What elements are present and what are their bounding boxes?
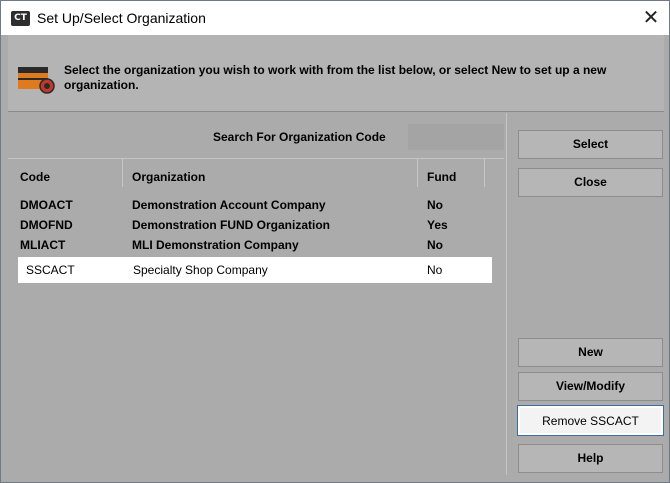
instruction-text: Select the organization you wish to work… — [64, 63, 607, 92]
organization-setup-icon — [18, 67, 55, 94]
new-button[interactable]: New — [518, 338, 663, 367]
column-header-fund[interactable]: Fund — [427, 159, 456, 187]
search-label: Search For Organization Code — [213, 130, 386, 144]
select-button[interactable]: Select — [518, 130, 663, 159]
view-modify-button[interactable]: View/Modify — [518, 372, 663, 401]
app-logo-icon: CT — [11, 11, 30, 26]
search-input[interactable] — [408, 124, 504, 150]
cell-organization: MLI Demonstration Company — [132, 238, 299, 252]
table-row[interactable]: DMOACT Demonstration Account Company No — [20, 195, 490, 215]
instruction-header: Select the organization you wish to work… — [8, 35, 664, 111]
cell-fund: No — [427, 198, 443, 212]
cell-fund: No — [427, 238, 443, 252]
close-button[interactable]: Close — [518, 168, 663, 197]
action-panel: Select Close New View/Modify Remove SSCA… — [506, 113, 664, 475]
table-row-selected[interactable]: SSCACT Specialty Shop Company No — [18, 257, 492, 283]
column-divider[interactable] — [484, 159, 485, 187]
cell-organization: Demonstration FUND Organization — [132, 218, 331, 232]
window-title: Set Up/Select Organization — [37, 10, 206, 26]
cell-code: MLIACT — [20, 238, 66, 252]
close-icon[interactable]: ✕ — [639, 5, 663, 29]
cell-code: SSCACT — [26, 263, 75, 277]
table-row[interactable]: DMOFND Demonstration FUND Organization Y… — [20, 215, 490, 235]
column-header-organization[interactable]: Organization — [132, 159, 205, 187]
cell-organization: Demonstration Account Company — [132, 198, 326, 212]
organization-table: Code Organization Fund DMOACT Demonstrat… — [8, 158, 504, 475]
dialog-window: CT Set Up/Select Organization ✕ Select t… — [0, 0, 670, 483]
help-button[interactable]: Help — [518, 444, 663, 473]
title-bar[interactable]: CT Set Up/Select Organization ✕ — [1, 1, 669, 35]
column-header-code[interactable]: Code — [20, 159, 50, 187]
remove-button[interactable]: Remove SSCACT — [517, 405, 664, 436]
divider — [8, 111, 664, 112]
cell-code: DMOFND — [20, 218, 73, 232]
column-divider[interactable] — [417, 159, 418, 187]
cell-code: DMOACT — [20, 198, 73, 212]
cell-organization: Specialty Shop Company — [133, 263, 268, 277]
table-row[interactable]: MLIACT MLI Demonstration Company No — [20, 235, 490, 255]
cell-fund: Yes — [427, 218, 448, 232]
cell-fund: No — [427, 263, 443, 277]
column-divider[interactable] — [122, 159, 123, 187]
